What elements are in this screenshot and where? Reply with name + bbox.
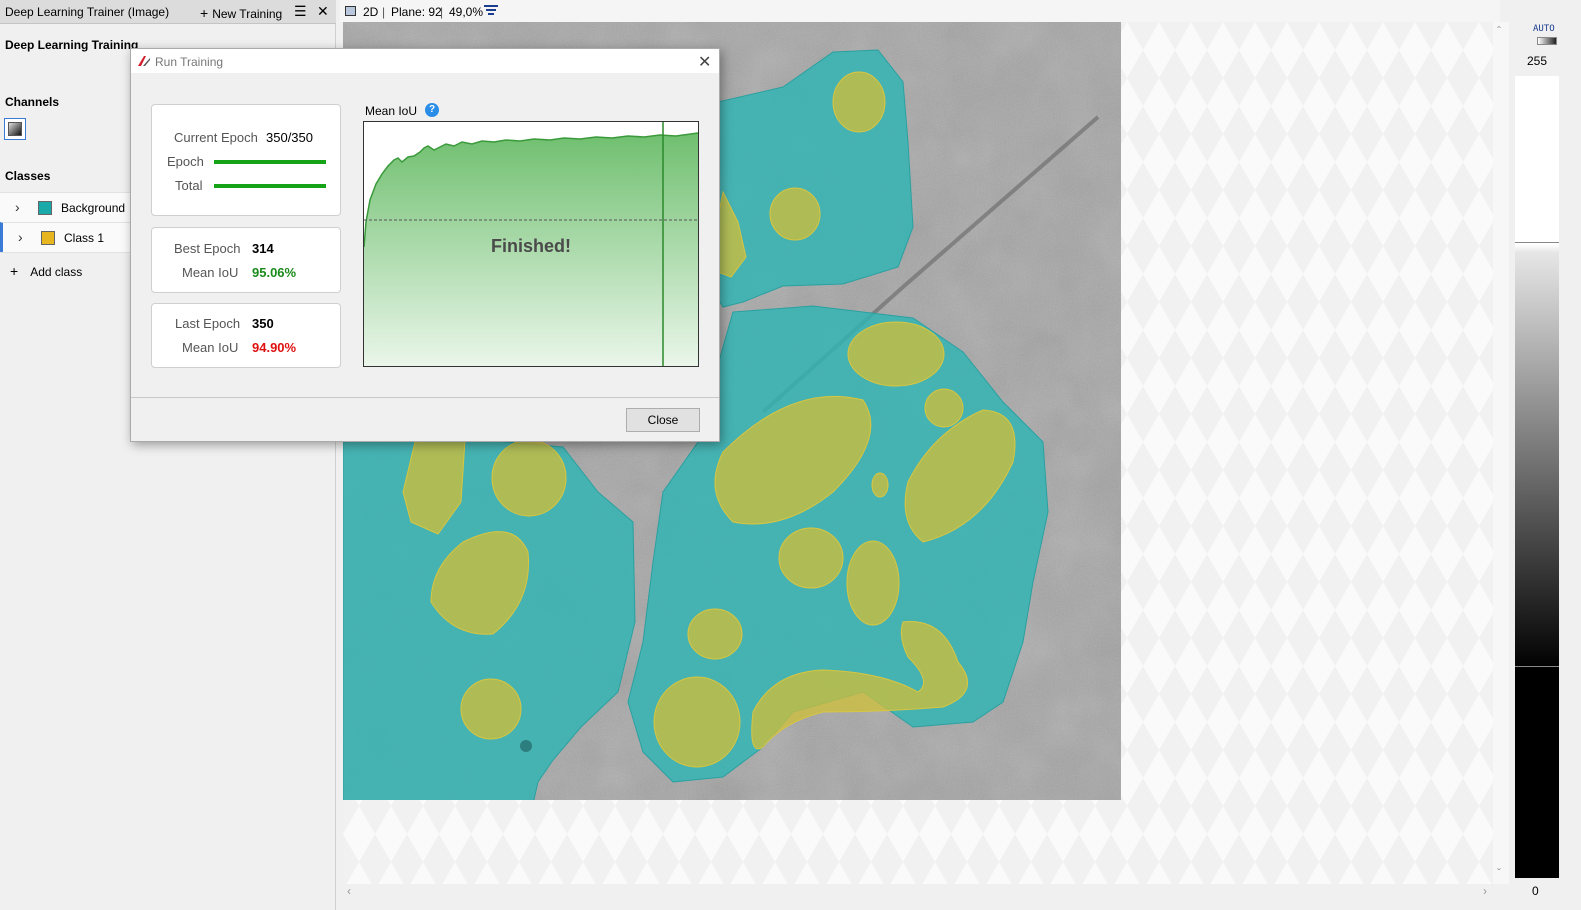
best-epoch-value: 314 bbox=[252, 241, 274, 256]
class-row-class1[interactable]: › Class 1 bbox=[0, 222, 131, 252]
dark-spot bbox=[520, 740, 532, 752]
view-mode-icon[interactable] bbox=[345, 6, 356, 16]
class1-region bbox=[687, 608, 743, 660]
best-mean-iou-value: 95.06% bbox=[252, 265, 297, 280]
class1-region bbox=[653, 676, 741, 768]
last-epoch-card: Last Epoch 350 Mean IoU 94.90% bbox=[151, 303, 341, 368]
scroll-left-icon[interactable]: ‹ bbox=[347, 884, 351, 898]
zoom-indicator[interactable]: 49,0% bbox=[449, 5, 483, 19]
dialog-separator bbox=[131, 397, 719, 398]
class1-region bbox=[460, 678, 522, 740]
toolbar-separator: | bbox=[440, 5, 444, 19]
class1-region bbox=[491, 439, 567, 517]
panel-tab-title[interactable]: Deep Learning Trainer (Image) bbox=[5, 5, 169, 19]
chart-title: Mean IoU bbox=[365, 104, 418, 118]
intensity-colorbar[interactable] bbox=[1515, 76, 1559, 878]
dialog-titlebar[interactable]: Run Training ✕ bbox=[131, 49, 719, 73]
viewer-toolbar: 2D | Plane: 92 | 49,0% bbox=[340, 0, 1500, 22]
scroll-right-icon[interactable]: › bbox=[1483, 884, 1487, 898]
class-color-swatch[interactable] bbox=[38, 201, 52, 215]
dialog-title: Run Training bbox=[155, 55, 224, 69]
current-epoch-label: Current Epoch bbox=[174, 130, 258, 145]
class1-region bbox=[778, 527, 844, 589]
intensity-min-label: 0 bbox=[1532, 884, 1539, 898]
class-color-swatch[interactable] bbox=[41, 231, 55, 245]
class1-region bbox=[871, 472, 889, 498]
chevron-right-icon[interactable]: › bbox=[15, 199, 20, 215]
last-epoch-value: 350 bbox=[252, 316, 274, 331]
progress-card: Current Epoch 350/350 Epoch Total bbox=[151, 104, 341, 216]
classes-label: Classes bbox=[5, 169, 51, 183]
divider bbox=[0, 252, 131, 253]
last-mean-iou-value: 94.90% bbox=[252, 340, 297, 355]
help-icon[interactable]: ? bbox=[425, 103, 439, 117]
class1-region bbox=[846, 540, 900, 626]
plus-icon: + bbox=[200, 5, 209, 21]
plus-icon: + bbox=[10, 263, 19, 279]
panel-tab-bar: Deep Learning Trainer (Image) + New Train… bbox=[0, 0, 336, 24]
class1-region bbox=[769, 187, 821, 241]
epoch-progress-label: Epoch bbox=[167, 154, 204, 169]
total-progress-bar bbox=[214, 184, 326, 188]
current-epoch-value: 350/350 bbox=[266, 130, 313, 145]
last-mean-iou-label: Mean IoU bbox=[182, 340, 239, 355]
last-epoch-label: Last Epoch bbox=[175, 316, 241, 331]
close-tab-icon[interactable]: ✕ bbox=[317, 3, 329, 20]
new-training-label: New Training bbox=[212, 7, 283, 21]
class1-region bbox=[924, 388, 964, 428]
toolbar-separator: | bbox=[382, 5, 386, 19]
epoch-progress-bar bbox=[214, 160, 326, 164]
best-mean-iou-label: Mean IoU bbox=[182, 265, 239, 280]
best-epoch-card: Best Epoch 314 Mean IoU 95.06% bbox=[151, 227, 341, 293]
intensity-auto-button[interactable]: AUTO bbox=[1533, 24, 1555, 34]
intensity-gradient-icon bbox=[1537, 37, 1557, 45]
scroll-down-icon[interactable]: ˇ bbox=[1497, 866, 1501, 880]
run-training-dialog: Run Training ✕ Current Epoch 350/350 Epo… bbox=[130, 48, 720, 442]
class-label: Background bbox=[61, 201, 126, 215]
vertical-scrollbar[interactable]: ˆ ˇ bbox=[1493, 22, 1509, 884]
new-training-button[interactable]: + New Training bbox=[200, 5, 282, 21]
close-button[interactable]: Close bbox=[626, 408, 700, 432]
best-epoch-label: Best Epoch bbox=[174, 241, 241, 256]
channel-gradient-icon bbox=[8, 122, 22, 136]
horizontal-scrollbar[interactable]: ‹ › bbox=[343, 884, 1493, 898]
add-class-button[interactable]: + Add class bbox=[10, 263, 82, 279]
panel-title: Deep Learning Training bbox=[5, 38, 139, 52]
filter-icon[interactable] bbox=[484, 5, 498, 17]
finished-label: Finished! bbox=[491, 236, 571, 256]
dialog-close-icon[interactable]: ✕ bbox=[698, 52, 711, 72]
hamburger-menu-icon[interactable]: ☰ bbox=[294, 3, 307, 20]
class-label: Class 1 bbox=[64, 231, 105, 245]
chevron-right-icon[interactable]: › bbox=[18, 229, 23, 245]
intensity-max-handle[interactable] bbox=[1515, 242, 1559, 243]
total-progress-label: Total bbox=[175, 178, 203, 193]
channels-label: Channels bbox=[5, 95, 60, 109]
class1-region bbox=[832, 71, 886, 133]
app-logo-icon bbox=[138, 56, 150, 66]
scroll-up-icon[interactable]: ˆ bbox=[1497, 24, 1501, 38]
class1-region bbox=[847, 321, 945, 387]
class-row-background[interactable]: › Background bbox=[0, 192, 131, 222]
view-mode-label[interactable]: 2D bbox=[363, 5, 378, 19]
intensity-min-handle[interactable] bbox=[1515, 666, 1559, 667]
plane-indicator[interactable]: Plane: 92 bbox=[391, 5, 442, 19]
intensity-max-label: 255 bbox=[1527, 54, 1548, 68]
channel-swatch[interactable] bbox=[4, 118, 26, 140]
add-class-label: Add class bbox=[30, 265, 83, 279]
mean-iou-chart: Finished! bbox=[363, 121, 699, 367]
